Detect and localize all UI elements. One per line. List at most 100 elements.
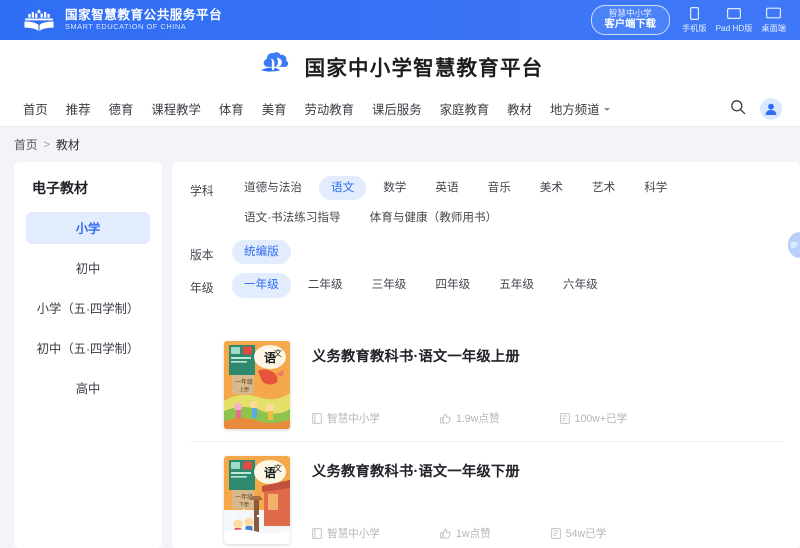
filter-row-edition: 版本 统编版 <box>190 239 784 270</box>
cloud-book-logo-icon <box>257 51 295 81</box>
download-button-line2: 客户端下载 <box>604 18 656 30</box>
page-title: 国家中小学智慧教育平台 <box>304 56 544 80</box>
book-icon <box>312 528 322 539</box>
filter-row-subject: 学科 道德与法治 语文 数学 英语 音乐 美术 艺术 科学 语文·书法练习指导 … <box>190 176 784 237</box>
nav-item-recommend[interactable]: 推荐 <box>57 100 100 118</box>
filter-label-subject: 学科 <box>190 184 214 198</box>
book-icon <box>312 413 322 424</box>
desktop-icon <box>766 7 782 20</box>
chip-grade-6[interactable]: 六年级 <box>551 273 610 297</box>
breadcrumb-current: 教材 <box>56 138 80 152</box>
chip-grade-4[interactable]: 四年级 <box>423 273 482 297</box>
nav-item-labor-education[interactable]: 劳动教育 <box>295 100 363 118</box>
site-header: 国家中小学智慧教育平台 <box>0 40 800 92</box>
chip-grade-2[interactable]: 二年级 <box>296 273 355 297</box>
topbar-right-group: 智慧中小学 客户端下载 手机版 Pad HD版 桌面端 <box>590 5 786 35</box>
book-cover-volume-1: 语 文 一年级 上册 <box>224 340 290 429</box>
chip-subject-calligraphy[interactable]: 语文·书法练习指导 <box>232 206 353 230</box>
chip-subject-english[interactable]: 英语 <box>423 176 470 200</box>
search-icon[interactable] <box>730 99 746 120</box>
sidebar-item-junior-high[interactable]: 初中 <box>26 252 150 284</box>
app-viewport: 国家智慧教育公共服务平台 SMART EDUCATION OF CHINA 智慧… <box>0 0 800 548</box>
device-label-mobile: 手机版 <box>681 23 707 33</box>
chip-subject-fine-arts[interactable]: 美术 <box>528 176 575 200</box>
download-button-line1: 智慧中小学 <box>608 8 652 19</box>
chip-grade-1[interactable]: 一年级 <box>232 273 291 298</box>
nav-item-course-teaching[interactable]: 课程教学 <box>142 100 210 118</box>
meta-publisher-label: 智慧中小学 <box>327 527 380 540</box>
nav-item-home[interactable]: 首页 <box>14 100 57 118</box>
svg-text:文: 文 <box>274 463 282 473</box>
book-info-volume-2: 义务教育教科书·语文一年级下册 智慧中小学 1w点赞 54w已学 <box>312 456 784 544</box>
book-meta-row: 智慧中小学 1w点赞 54w已学 <box>312 526 784 541</box>
chip-grade-5[interactable]: 五年级 <box>487 273 546 297</box>
chip-grade-3[interactable]: 三年级 <box>360 273 419 297</box>
meta-publisher-label: 智慧中小学 <box>327 412 380 425</box>
meta-learners-label: 54w已学 <box>565 527 607 540</box>
nav-item-local-channel[interactable]: 地方频道 <box>541 100 619 118</box>
meta-learners: 100w+已学 <box>559 411 627 426</box>
device-links-group: 手机版 Pad HD版 桌面端 <box>681 6 786 34</box>
chip-subject-pe-health-teacher[interactable]: 体育与健康（教师用书） <box>358 206 510 230</box>
nav-item-textbooks[interactable]: 教材 <box>498 100 541 118</box>
user-avatar-icon[interactable] <box>760 98 782 120</box>
breadcrumb-home[interactable]: 首页 <box>14 136 38 153</box>
chevron-down-icon <box>603 107 610 111</box>
smart-education-logo-icon <box>22 7 56 33</box>
page-body: 电子教材 小学 初中 小学（五·四学制） 初中（五·四学制） 高中 学科 道德与… <box>0 162 800 548</box>
device-label-desktop: 桌面端 <box>761 23 786 33</box>
sidebar-item-senior-high[interactable]: 高中 <box>26 372 150 404</box>
svg-text:下册: 下册 <box>239 502 249 508</box>
device-link-desktop[interactable]: 桌面端 <box>761 7 786 34</box>
filters-section: 学科 道德与法治 语文 数学 英语 音乐 美术 艺术 科学 语文·书法练习指导 … <box>190 176 784 313</box>
main-content: 学科 道德与法治 语文 数学 英语 音乐 美术 艺术 科学 语文·书法练习指导 … <box>172 162 800 548</box>
nav-item-physical-education[interactable]: 体育 <box>210 100 253 118</box>
chip-subject-chinese[interactable]: 语文 <box>318 176 367 201</box>
brand-name-en: SMART EDUCATION OF CHINA <box>65 22 187 32</box>
table-row[interactable]: 语 文 一年级 下册 义务教育教科书·语文一年级下册 智慧中小学 1w点赞 54… <box>190 440 784 548</box>
chip-subject-music[interactable]: 音乐 <box>476 176 523 200</box>
sidebar-item-primary-54[interactable]: 小学（五·四学制） <box>26 292 150 324</box>
filter-chips-grade: 一年级 二年级 三年级 四年级 五年级 六年级 <box>232 273 784 303</box>
chip-edition-unified[interactable]: 统编版 <box>232 239 291 265</box>
device-link-pad[interactable]: Pad HD版 <box>715 7 753 34</box>
nav-item-aesthetic-education[interactable]: 美育 <box>253 100 296 118</box>
sidebar-item-primary-school[interactable]: 小学 <box>26 212 150 244</box>
breadcrumb-separator: > <box>43 138 51 151</box>
brand-text-block: 国家智慧教育公共服务平台 SMART EDUCATION OF CHINA <box>65 7 223 32</box>
nav-item-moral-education[interactable]: 德育 <box>100 100 143 118</box>
client-download-button[interactable]: 智慧中小学 客户端下载 <box>590 5 670 35</box>
filter-chips-edition: 统编版 <box>232 239 784 270</box>
chip-subject-science[interactable]: 科学 <box>632 176 679 200</box>
filter-label-grade: 年级 <box>190 281 214 296</box>
sidebar: 电子教材 小学 初中 小学（五·四学制） 初中（五·四学制） 高中 <box>14 162 162 548</box>
sidebar-title: 电子教材 <box>32 180 88 196</box>
breadcrumb: 首页 > 教材 <box>0 127 800 162</box>
device-link-mobile[interactable]: 手机版 <box>681 6 707 34</box>
top-utility-bar: 国家智慧教育公共服务平台 SMART EDUCATION OF CHINA 智慧… <box>0 0 800 40</box>
filter-label-edition: 版本 <box>190 247 214 262</box>
table-row[interactable]: 语 文 一年级 上册 义务教育教科书·语文一年级上册 智慧中小学 1.9w点赞 … <box>190 327 784 441</box>
nav-item-family-education[interactable]: 家庭教育 <box>431 100 499 118</box>
device-label-pad: Pad HD版 <box>715 23 753 33</box>
textbook-list: 语 文 一年级 上册 义务教育教科书·语文一年级上册 智慧中小学 1.9w点赞 … <box>190 327 784 548</box>
sidebar-item-junior-54[interactable]: 初中（五·四学制） <box>26 332 150 364</box>
study-icon <box>550 528 561 539</box>
platform-brand[interactable]: 国家智慧教育公共服务平台 SMART EDUCATION OF CHINA <box>22 7 222 33</box>
svg-text:文: 文 <box>274 348 282 358</box>
book-title: 义务教育教科书·语文一年级上册 <box>312 348 520 365</box>
nav-item-after-school-service[interactable]: 课后服务 <box>363 100 431 118</box>
meta-likes-label: 1w点赞 <box>455 527 491 540</box>
meta-likes-label: 1.9w点赞 <box>455 412 500 425</box>
svg-text:一年级: 一年级 <box>235 378 253 386</box>
book-info-volume-1: 义务教育教科书·语文一年级上册 智慧中小学 1.9w点赞 100w+已学 <box>312 341 784 429</box>
chip-subject-morality-law[interactable]: 道德与法治 <box>232 176 314 200</box>
meta-publisher: 智慧中小学 <box>312 526 380 541</box>
study-icon <box>559 413 570 424</box>
chip-subject-arts[interactable]: 艺术 <box>580 176 627 200</box>
filter-chips-subject: 道德与法治 语文 数学 英语 音乐 美术 艺术 科学 语文·书法练习指导 体育与… <box>232 176 784 237</box>
chip-subject-math[interactable]: 数学 <box>371 176 418 200</box>
filter-row-grade: 年级 一年级 二年级 三年级 四年级 五年级 六年级 <box>190 273 784 303</box>
brand-name-cn: 国家智慧教育公共服务平台 <box>65 7 223 22</box>
tablet-icon <box>726 7 741 20</box>
